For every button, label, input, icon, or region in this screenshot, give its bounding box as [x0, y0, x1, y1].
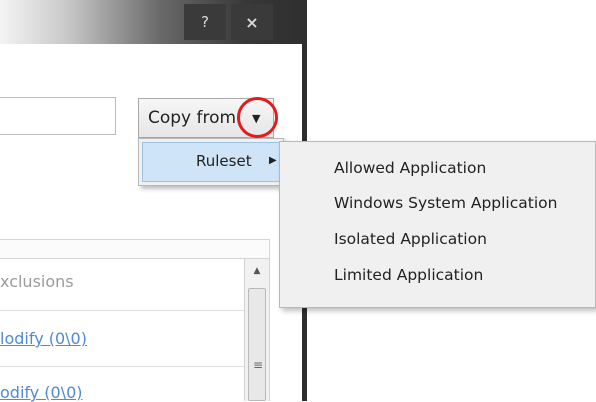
- question-mark-icon: ?: [201, 13, 209, 31]
- highlight-circle-annotation: [237, 97, 278, 138]
- submenu-item-limited-application[interactable]: Limited Application: [334, 266, 483, 284]
- list-toolbar-strip: [0, 239, 270, 259]
- scrollbar-thumb[interactable]: ≡: [248, 288, 266, 401]
- name-input[interactable]: [0, 97, 116, 135]
- close-button[interactable]: ×: [231, 4, 273, 40]
- grip-icon: ≡: [253, 358, 264, 372]
- vertical-scrollbar[interactable]: ▲ ≡: [244, 259, 270, 401]
- modify-link[interactable]: lodify (0\0): [0, 329, 87, 348]
- title-bar: ? ×: [0, 0, 307, 44]
- submenu-item-windows-system-application[interactable]: Windows System Application: [334, 194, 557, 212]
- help-button[interactable]: ?: [184, 4, 226, 40]
- modify-link[interactable]: odify (0\0): [0, 383, 83, 402]
- copy-from-menu: Ruleset ▶: [138, 138, 284, 186]
- menu-item-ruleset[interactable]: Ruleset ▶: [142, 142, 282, 182]
- caret-right-icon: ▶: [269, 155, 277, 166]
- menu-item-label: Ruleset: [196, 152, 252, 170]
- submenu-item-allowed-application[interactable]: Allowed Application: [334, 159, 486, 177]
- settings-window: ? × Copy from ▼ xclusions lodify (0\0) o…: [0, 0, 307, 402]
- scroll-up-arrow-icon[interactable]: ▲: [245, 259, 269, 283]
- submenu-item-isolated-application[interactable]: Isolated Application: [334, 230, 487, 248]
- column-header-exclusions: xclusions: [0, 272, 74, 291]
- ruleset-submenu: Allowed Application Windows System Appli…: [279, 141, 596, 308]
- close-icon: ×: [245, 12, 259, 32]
- copy-from-label: Copy from: [148, 108, 237, 128]
